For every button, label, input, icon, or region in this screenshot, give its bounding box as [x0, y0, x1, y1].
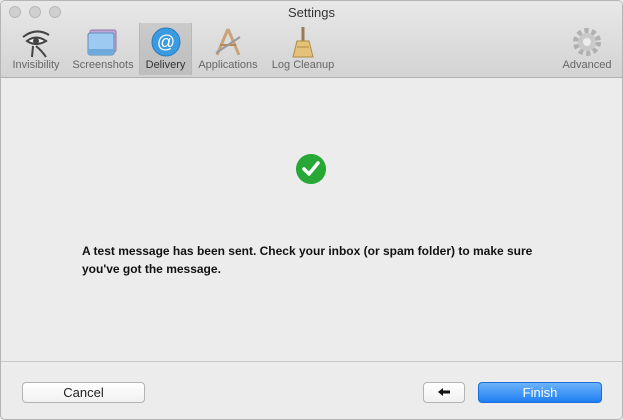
- checkmark-icon: [296, 154, 326, 184]
- applications-icon: [215, 28, 241, 56]
- broom-icon: [292, 27, 314, 58]
- tab-applications[interactable]: Applications: [193, 23, 263, 75]
- status-message: A test message has been sent. Check your…: [82, 244, 533, 276]
- back-button[interactable]: [423, 382, 465, 403]
- screenshots-icon: [87, 29, 117, 56]
- settings-window: Settings Invisibility Screenshots @ Deli…: [0, 0, 623, 420]
- tab-log-cleanup[interactable]: Log Cleanup: [266, 23, 340, 75]
- footer-divider: [1, 361, 622, 362]
- arrow-left-icon: [438, 388, 450, 396]
- tab-advanced[interactable]: Advanced: [556, 23, 618, 75]
- delivery-panel: [1, 78, 622, 361]
- finish-button[interactable]: Finish: [478, 382, 602, 403]
- tab-label-screenshots: Screenshots: [72, 59, 134, 71]
- cancel-button[interactable]: Cancel: [22, 382, 145, 403]
- tab-label-delivery: Delivery: [145, 59, 186, 71]
- tab-invisibility[interactable]: Invisibility: [6, 23, 66, 75]
- eye-of-horus-icon: [22, 30, 50, 58]
- gear-icon: [573, 28, 601, 56]
- toolbar: Settings Invisibility Screenshots @ Deli…: [1, 1, 622, 78]
- tab-delivery[interactable]: @ Delivery: [139, 23, 192, 75]
- tab-screenshots[interactable]: Screenshots: [68, 23, 138, 75]
- svg-text:@: @: [156, 32, 174, 52]
- window-title: Settings: [288, 5, 335, 20]
- tab-label-log-cleanup: Log Cleanup: [271, 59, 335, 71]
- at-sign-icon: @: [151, 27, 180, 57]
- tab-label-invisibility: Invisibility: [12, 59, 60, 71]
- tab-label-advanced: Advanced: [562, 59, 612, 71]
- tab-label-applications: Applications: [198, 59, 258, 71]
